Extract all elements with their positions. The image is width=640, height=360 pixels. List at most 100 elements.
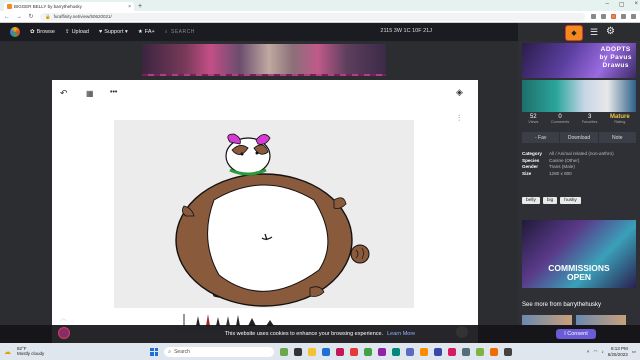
settings-gear-icon[interactable]: ⚙ (606, 26, 615, 37)
app-icon[interactable] (420, 347, 429, 356)
grid-view-icon[interactable]: ▦ (86, 89, 94, 98)
close-tab-icon[interactable]: × (128, 4, 131, 10)
close-window-icon[interactable]: × (634, 1, 638, 8)
notification-icon[interactable]: ▭ (632, 349, 636, 355)
app-icon[interactable] (336, 347, 345, 356)
ad-mid-line-2: OPEN (566, 272, 592, 283)
nav-upload-label: Upload (71, 29, 89, 35)
chrome-icon[interactable] (364, 347, 373, 356)
app-icon[interactable] (392, 347, 401, 356)
fa-plus-icon: ★ (137, 29, 143, 35)
taskbar-search-label: Search (174, 348, 190, 355)
tag-big[interactable]: big (542, 197, 558, 204)
comments-count: 0 Comments (551, 114, 569, 124)
nav-support[interactable]: ♥ Support ▾ (99, 29, 128, 35)
minimize-icon[interactable]: – (605, 1, 608, 8)
meta-key: Category (522, 151, 542, 156)
layers-icon[interactable]: ◈ (456, 87, 463, 98)
menu-icon[interactable] (631, 14, 636, 19)
nav-upload[interactable]: ⇪ Upload (65, 29, 89, 35)
browser-tab[interactable]: BIGGER BELLY by barrythehusky × (4, 2, 134, 11)
app-icon[interactable] (350, 347, 359, 356)
windows-taskbar: ☁ 82°F Mostly cloudy ⌕ Search ˄ ◠ ♪ 8:13… (0, 343, 640, 360)
consent-button[interactable]: I Consent (556, 329, 596, 339)
more-options-icon[interactable]: ••• (110, 89, 117, 96)
discord-icon[interactable] (406, 347, 415, 356)
meta-row-size: Size 1280 x 800 (522, 171, 636, 178)
star-icon[interactable] (601, 14, 606, 19)
app-icon[interactable] (490, 347, 499, 356)
folder-icon[interactable] (308, 347, 317, 356)
tag-list: belly big husky (522, 197, 581, 204)
nav-fa-plus[interactable]: ★ FA+ (138, 29, 155, 35)
reload-icon[interactable]: ↻ (28, 13, 34, 20)
notification-stats[interactable]: 2115 3W 1C 10F 21J (380, 28, 432, 34)
submission-sidebar: ADOPTS by Pavus Drawus 52 Views 0 Commen… (518, 41, 640, 325)
clock-time: 8:13 PM (610, 346, 628, 352)
paw-icon: ✿ (30, 29, 35, 35)
tag-husky[interactable]: husky (560, 197, 581, 204)
comments-label: Comments (550, 120, 570, 124)
app-icon[interactable] (378, 347, 387, 356)
more-thumbnail[interactable] (576, 315, 626, 325)
views-count: 52 Views (528, 114, 538, 124)
window-controls: – ▢ × (605, 1, 638, 8)
ad-top-text: ADOPTS by Pavus Drawus (599, 46, 632, 70)
chat-bubble-dark[interactable] (456, 326, 468, 338)
meta-value[interactable]: Trans (Male) (549, 164, 636, 171)
app-icon[interactable] (434, 347, 443, 356)
tag-belly[interactable]: belly (522, 197, 540, 204)
nav-browse[interactable]: ✿ Browse (30, 29, 55, 35)
rating-count: Mature Rating (610, 114, 630, 124)
share-icon[interactable] (591, 14, 596, 19)
undo-icon[interactable]: ↶ (60, 88, 68, 99)
app-icon[interactable] (504, 347, 513, 356)
ad-banner-top[interactable]: ADOPTS by Pavus Drawus (522, 43, 636, 78)
app-icon[interactable] (448, 347, 457, 356)
taskbar-search[interactable]: ⌕ Search (164, 346, 275, 357)
cookie-banner: This website uses cookies to enhance you… (0, 325, 640, 343)
meta-value[interactable]: All / Animal related (non-anthro) (549, 151, 636, 158)
app-icon[interactable] (462, 347, 471, 356)
url-field[interactable]: 🔒 furaffinity.net/view/50620021/ (40, 12, 585, 21)
ad-banner-commissions[interactable]: COMMISSIONS OPEN (522, 220, 636, 288)
search-icon: ⌕ (168, 348, 172, 355)
download-button[interactable]: Download (560, 132, 598, 143)
new-tab-button[interactable]: + (138, 3, 142, 10)
app-icon[interactable] (476, 347, 485, 356)
wifi-icon[interactable]: ◠ (594, 349, 598, 355)
adjust-sliders-icon[interactable]: ⫶ (458, 113, 460, 124)
meta-value[interactable]: Canine (Other) (549, 158, 636, 165)
artist-thumbnail[interactable] (522, 80, 636, 112)
cookie-text: This website uses cookies to enhance you… (224, 331, 384, 337)
ad-top-line-1: ADOPTS (600, 46, 631, 53)
profile-icon[interactable] (621, 14, 626, 19)
fa-logo-icon[interactable] (10, 27, 20, 37)
learn-more-link[interactable]: Learn More (387, 331, 415, 337)
extension-icon[interactable] (611, 14, 616, 19)
app-icon[interactable] (294, 347, 303, 356)
edge-icon[interactable] (322, 347, 331, 356)
nav-search[interactable]: ⌕ SEARCH (165, 29, 195, 35)
chat-bubble-avatar[interactable] (58, 327, 70, 339)
note-button[interactable]: Note (598, 132, 636, 143)
volume-icon[interactable]: ♪ (601, 349, 603, 354)
rating-label: Rating (614, 120, 626, 124)
more-thumbnail[interactable] (522, 315, 572, 325)
chevron-up-icon[interactable]: ˄ (587, 349, 590, 354)
weather-icon: ☁ (4, 348, 11, 356)
app-icon[interactable] (280, 347, 289, 356)
user-avatar[interactable]: ◆ (565, 25, 583, 41)
scroll-up-icon[interactable]: ︿ (60, 313, 67, 323)
nav-browse-label: Browse (36, 29, 55, 35)
artwork-canvas[interactable] (114, 120, 414, 308)
maximize-icon[interactable]: ▢ (619, 1, 625, 8)
windows-start-icon[interactable] (150, 347, 159, 356)
weather-widget[interactable]: 82°F Mostly cloudy (17, 346, 44, 357)
hamburger-menu-icon[interactable]: ☰ (590, 27, 598, 38)
forward-icon[interactable]: → (16, 14, 22, 20)
see-more-heading[interactable]: See more from barrythehusky (522, 302, 601, 308)
unfav-button[interactable]: - Fav (522, 132, 560, 143)
clock[interactable]: 8:13 PM 6/25/2023 (608, 346, 628, 356)
back-icon[interactable]: ← (4, 14, 10, 20)
